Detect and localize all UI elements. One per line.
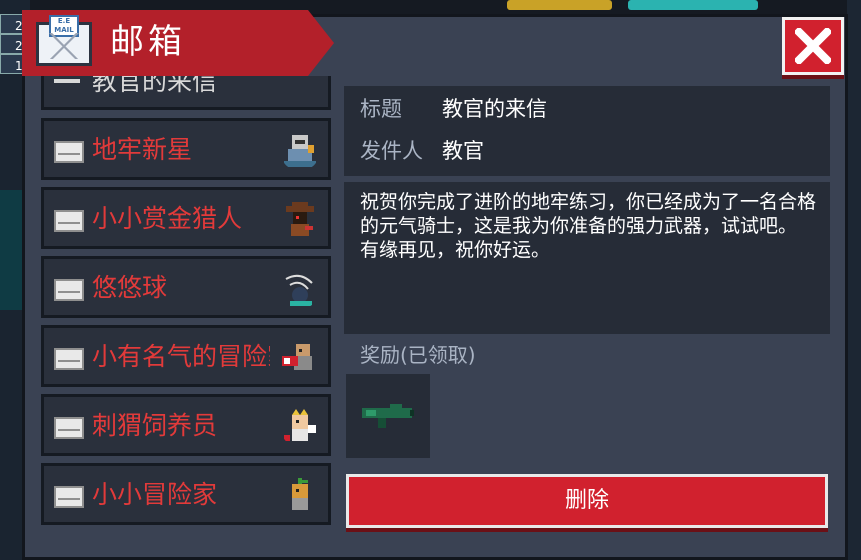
envelope-icon: [54, 486, 84, 508]
adventurer-avatar-icon: [282, 344, 312, 370]
mail-icon: E.E MAIL: [36, 15, 92, 66]
mail-item-label: 小有名气的冒险家: [92, 342, 270, 371]
mail-item[interactable]: 小有名气的冒险家: [41, 325, 331, 387]
envelope-icon: [54, 279, 84, 301]
bounty-hunter-avatar-icon: [286, 202, 314, 236]
knight-avatar-icon: [284, 135, 316, 167]
mail-item[interactable]: 悠悠球: [41, 256, 331, 318]
title-value: 教官的来信: [442, 97, 547, 121]
envelope-flap: [39, 33, 89, 59]
hud-health-bar: [507, 0, 612, 10]
close-icon: [795, 28, 831, 64]
sender-value: 教官: [442, 139, 484, 163]
envelope-icon: [54, 79, 80, 83]
mail-item-label: 小小冒险家: [92, 480, 218, 509]
mail-body-box: 祝贺你完成了进阶的地牢练习，你已经成为了一名合格的元气骑士，这是我为你准备的强力…: [344, 182, 830, 334]
window-title: 邮箱: [110, 22, 186, 62]
mail-header-box: 标题 教官的来信 发件人 教官: [344, 86, 830, 176]
little-adventurer-avatar-icon: [292, 478, 308, 510]
mail-item[interactable]: 小小赏金猎人: [41, 187, 331, 249]
mail-item-partial[interactable]: 教官的来信: [41, 76, 331, 110]
hud-energy-bar: [628, 0, 758, 10]
mail-item-label: 地牢新星: [92, 135, 193, 164]
mail-item-label: 刺猬饲养员: [92, 411, 218, 440]
sender-key: 发件人: [360, 139, 423, 163]
mail-item[interactable]: 地牢新星: [41, 118, 331, 180]
envelope-icon: [54, 417, 84, 439]
envelope-icon: [54, 141, 84, 163]
mail-body-text: 祝贺你完成了进阶的地牢练习，你已经成为了一名合格的元气骑士，这是我为你准备的强力…: [360, 191, 817, 261]
delete-button[interactable]: 删除: [346, 474, 828, 528]
envelope-icon: [54, 210, 84, 232]
mail-item-label: 小小赏金猎人: [92, 204, 243, 233]
sender-row: 发件人 教官: [360, 136, 484, 166]
reward-slot[interactable]: [346, 374, 430, 458]
mail-item[interactable]: 小小冒险家: [41, 463, 331, 525]
envelope-icon: [54, 348, 84, 370]
mail-item-label: 悠悠球: [92, 273, 168, 302]
reward-label: 奖励(已领取): [360, 343, 476, 367]
game-background-right: [847, 0, 861, 560]
mail-item-label: 教官的来信: [92, 76, 218, 96]
title-row: 标题 教官的来信: [360, 94, 547, 124]
close-button[interactable]: [782, 17, 844, 75]
mail-item[interactable]: 刺猬饲养员: [41, 394, 331, 456]
weapon-icon: [362, 404, 414, 428]
hedgehog-keeper-avatar-icon: [284, 409, 316, 441]
title-key: 标题: [360, 97, 402, 121]
mail-list[interactable]: 教官的来信 地牢新星 小小赏金猎人 悠悠球 小有名气的冒险家: [41, 76, 331, 536]
yoyo-avatar-icon: [285, 274, 313, 306]
